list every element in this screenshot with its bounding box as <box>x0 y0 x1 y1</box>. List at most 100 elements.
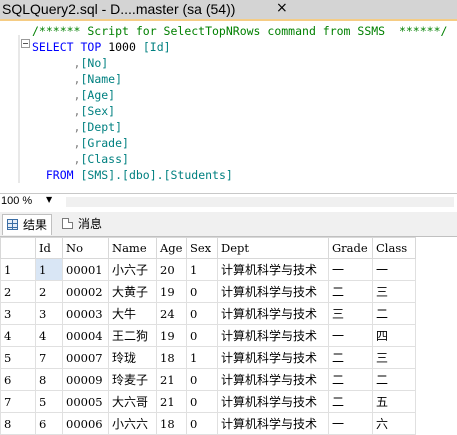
row-number[interactable]: 1 <box>0 258 36 281</box>
table-cell[interactable]: 00004 <box>62 324 109 347</box>
column-header[interactable]: Dept <box>217 237 329 259</box>
table-cell[interactable]: 小六六 <box>108 412 157 435</box>
table-cell[interactable]: 三 <box>372 280 416 303</box>
table-cell[interactable]: 大黄子 <box>108 280 157 303</box>
table-cell[interactable]: 21 <box>156 390 187 413</box>
table-cell[interactable]: 00003 <box>62 302 109 325</box>
table-row[interactable]: 4 4 00004 王二狗 19 0 计算机科学与技术一四 <box>0 324 416 347</box>
row-number[interactable]: 4 <box>0 324 36 347</box>
table-cell[interactable]: 0 <box>186 368 218 391</box>
table-cell[interactable]: 4 <box>35 324 63 347</box>
table-cell[interactable]: 二 <box>328 280 373 303</box>
table-cell[interactable]: 一 <box>328 412 373 435</box>
table-cell[interactable]: 大牛 <box>108 302 157 325</box>
table-cell[interactable]: 7 <box>35 346 63 369</box>
table-cell[interactable]: 六 <box>372 412 416 435</box>
row-number[interactable]: 8 <box>0 412 36 435</box>
table-cell[interactable]: 0 <box>186 302 218 325</box>
table-cell[interactable]: 计算机科学与技术 <box>217 258 329 281</box>
row-number[interactable]: 3 <box>0 302 36 325</box>
column-header[interactable]: Age <box>156 237 187 259</box>
document-tab-title[interactable]: SQLQuery2.sql - D....master (sa (54)) <box>2 1 235 17</box>
table-cell[interactable]: 计算机科学与技术 <box>217 412 329 435</box>
column-header[interactable]: Sex <box>186 237 218 259</box>
table-cell[interactable]: 6 <box>35 412 63 435</box>
table-cell[interactable]: 1 <box>186 346 218 369</box>
row-number[interactable]: 7 <box>0 390 36 413</box>
table-cell[interactable]: 小六子 <box>108 258 157 281</box>
table-cell[interactable]: 0 <box>186 412 218 435</box>
document-tab[interactable]: SQLQuery2.sql - D....master (sa (54)) × <box>0 0 457 21</box>
table-cell[interactable]: 19 <box>156 280 187 303</box>
table-row[interactable]: 6 8 00009 玲麦子 21 0 计算机科学与技术二二 <box>0 368 416 391</box>
table-cell[interactable]: 玲珑 <box>108 346 157 369</box>
table-cell[interactable]: 00005 <box>62 390 109 413</box>
tab-results[interactable]: 结果 <box>2 214 53 235</box>
tab-messages[interactable]: 消息 <box>58 214 106 234</box>
table-cell[interactable]: 8 <box>35 368 63 391</box>
table-cell[interactable]: 大六哥 <box>108 390 157 413</box>
table-cell[interactable]: 王二狗 <box>108 324 157 347</box>
table-cell[interactable]: 二 <box>328 346 373 369</box>
table-cell[interactable]: 0 <box>186 390 218 413</box>
table-cell[interactable]: 00001 <box>62 258 109 281</box>
zoom-level[interactable]: 100 % <box>1 195 32 207</box>
table-cell[interactable]: 四 <box>372 324 416 347</box>
table-cell[interactable]: 计算机科学与技术 <box>217 390 329 413</box>
table-cell[interactable]: 1 <box>35 258 63 281</box>
table-cell[interactable]: 00006 <box>62 412 109 435</box>
column-header[interactable]: Id <box>35 237 63 259</box>
table-cell[interactable]: 二 <box>372 302 416 325</box>
row-number[interactable]: 6 <box>0 368 36 391</box>
table-cell[interactable]: 3 <box>35 302 63 325</box>
table-cell[interactable]: 19 <box>156 324 187 347</box>
table-row[interactable]: 2 2 00002 大黄子 19 0 计算机科学与技术二三 <box>0 280 416 303</box>
table-row[interactable]: 3 3 00003 大牛 24 0 计算机科学与技术三二 <box>0 302 416 325</box>
table-cell[interactable]: 二 <box>328 368 373 391</box>
table-cell[interactable]: 计算机科学与技术 <box>217 280 329 303</box>
row-number[interactable]: 5 <box>0 346 36 369</box>
zoom-dropdown-icon[interactable]: ▼ <box>46 195 52 204</box>
table-cell[interactable]: 20 <box>156 258 187 281</box>
table-cell[interactable]: 计算机科学与技术 <box>217 324 329 347</box>
column-header[interactable]: Name <box>108 237 157 259</box>
results-grid[interactable]: Id No Name Age Sex Dept Grade Class 1 1 00… <box>0 237 457 435</box>
table-cell[interactable]: 一 <box>328 258 373 281</box>
table-cell[interactable]: 一 <box>372 258 416 281</box>
table-row[interactable]: 8 6 00006 小六六 18 0 计算机科学与技术一六 <box>0 412 416 435</box>
table-cell[interactable]: 2 <box>35 280 63 303</box>
column-header[interactable]: Class <box>372 237 416 259</box>
table-cell[interactable]: 1 <box>186 258 218 281</box>
table-cell[interactable]: 00002 <box>62 280 109 303</box>
table-cell[interactable]: 计算机科学与技术 <box>217 302 329 325</box>
sql-editor[interactable]: /****** Script for SelectTopNRows comman… <box>0 21 457 191</box>
code-area[interactable]: /****** Script for SelectTopNRows comman… <box>32 23 447 183</box>
column-header[interactable]: Grade <box>328 237 373 259</box>
table-cell[interactable]: 00009 <box>62 368 109 391</box>
table-cell[interactable]: 二 <box>372 368 416 391</box>
table-cell[interactable]: 玲麦子 <box>108 368 157 391</box>
table-cell[interactable]: 五 <box>372 390 416 413</box>
table-cell[interactable]: 21 <box>156 368 187 391</box>
table-cell[interactable]: 一 <box>328 324 373 347</box>
table-cell[interactable]: 二 <box>328 390 373 413</box>
table-cell[interactable]: 计算机科学与技术 <box>217 368 329 391</box>
collapse-icon[interactable] <box>21 39 30 48</box>
table-cell[interactable]: 三 <box>328 302 373 325</box>
row-selector-header[interactable] <box>0 237 36 259</box>
table-cell[interactable]: 24 <box>156 302 187 325</box>
close-tab-icon[interactable]: × <box>276 0 288 16</box>
table-cell[interactable]: 0 <box>186 280 218 303</box>
table-cell[interactable]: 三 <box>372 346 416 369</box>
table-cell[interactable]: 5 <box>35 390 63 413</box>
table-row[interactable]: 5 7 00007 玲珑 18 1 计算机科学与技术二三 <box>0 346 416 369</box>
table-cell[interactable]: 18 <box>156 346 187 369</box>
table-row[interactable]: 7 5 00005 大六哥 21 0 计算机科学与技术二五 <box>0 390 416 413</box>
table-cell[interactable]: 0 <box>186 324 218 347</box>
table-cell[interactable]: 00007 <box>62 346 109 369</box>
table-row[interactable]: 1 1 00001 小六子 20 1 计算机科学与技术一一 <box>0 258 416 281</box>
row-number[interactable]: 2 <box>0 280 36 303</box>
table-cell[interactable]: 计算机科学与技术 <box>217 346 329 369</box>
horizontal-scrollbar[interactable] <box>66 197 454 207</box>
column-header[interactable]: No <box>62 237 109 259</box>
